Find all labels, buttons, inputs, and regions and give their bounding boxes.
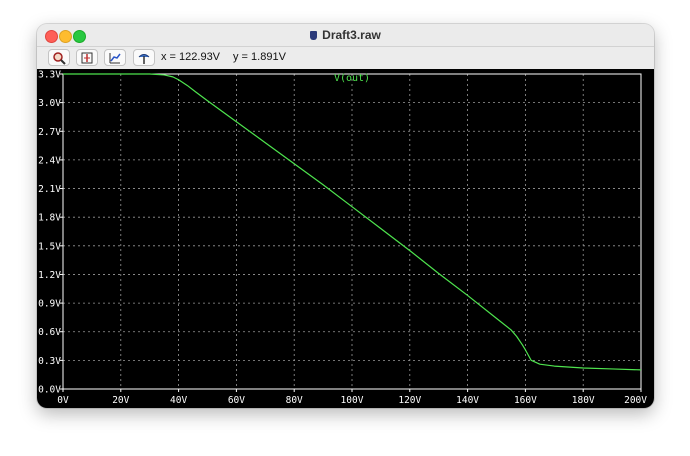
y-tick-label: 1.2V	[38, 270, 61, 281]
y-tick-label: 2.4V	[38, 155, 61, 166]
probe-button[interactable]	[133, 49, 155, 66]
waveform-plot[interactable]: 0V 20V 40V 60V 80V 100V 120V 140V 160V 180V 200V 0.…	[37, 69, 654, 408]
y-tick-label: 0.9V	[38, 299, 61, 310]
y-tick-label: 1.8V	[38, 213, 61, 224]
y-tick-label: 0.6V	[38, 327, 61, 338]
magnifier-icon	[53, 52, 66, 65]
y-tick-label: 0.0V	[38, 385, 61, 396]
x-tick-label: 120V	[398, 395, 421, 406]
probe-icon	[138, 54, 150, 64]
x-tick-label: 0V	[57, 395, 69, 406]
y-tick-label: 0.3V	[38, 356, 61, 367]
plot-window: Draft3.raw x = 122.93V y = 1.891V 0V 20V…	[37, 24, 654, 408]
y-tick-label: 2.7V	[38, 127, 61, 138]
x-tick-label: 180V	[572, 395, 595, 406]
x-tick-label: 160V	[514, 395, 537, 406]
y-readout: y = 1.891V	[233, 51, 286, 63]
fit-axis-button[interactable]	[104, 49, 126, 66]
title-bar[interactable]: Draft3.raw	[37, 24, 654, 47]
trace-title: V(out)	[334, 73, 370, 84]
y-tick-label: 1.5V	[38, 241, 61, 252]
plot-background	[37, 69, 654, 408]
document-icon	[310, 31, 318, 40]
y-tick-label: 2.1V	[38, 184, 61, 195]
x-tick-label: 40V	[170, 395, 187, 406]
x-tick-label: 80V	[286, 395, 303, 406]
autorange-button[interactable]	[76, 49, 98, 66]
x-tick-label: 140V	[456, 395, 479, 406]
window-title: Draft3.raw	[37, 28, 654, 42]
x-tick-label: 200V	[624, 395, 647, 406]
x-tick-label: 100V	[341, 395, 364, 406]
zoom-button[interactable]	[48, 49, 70, 66]
window-title-text: Draft3.raw	[322, 28, 381, 42]
fit-axis-icon	[109, 53, 121, 64]
y-tick-label: 3.0V	[38, 98, 61, 109]
x-tick-label: 20V	[112, 395, 129, 406]
autorange-icon	[81, 52, 93, 64]
y-tick-label: 3.3V	[38, 70, 61, 81]
x-readout: x = 122.93V	[161, 51, 221, 63]
x-tick-label: 60V	[228, 395, 245, 406]
toolbar: x = 122.93V y = 1.891V	[37, 47, 654, 69]
